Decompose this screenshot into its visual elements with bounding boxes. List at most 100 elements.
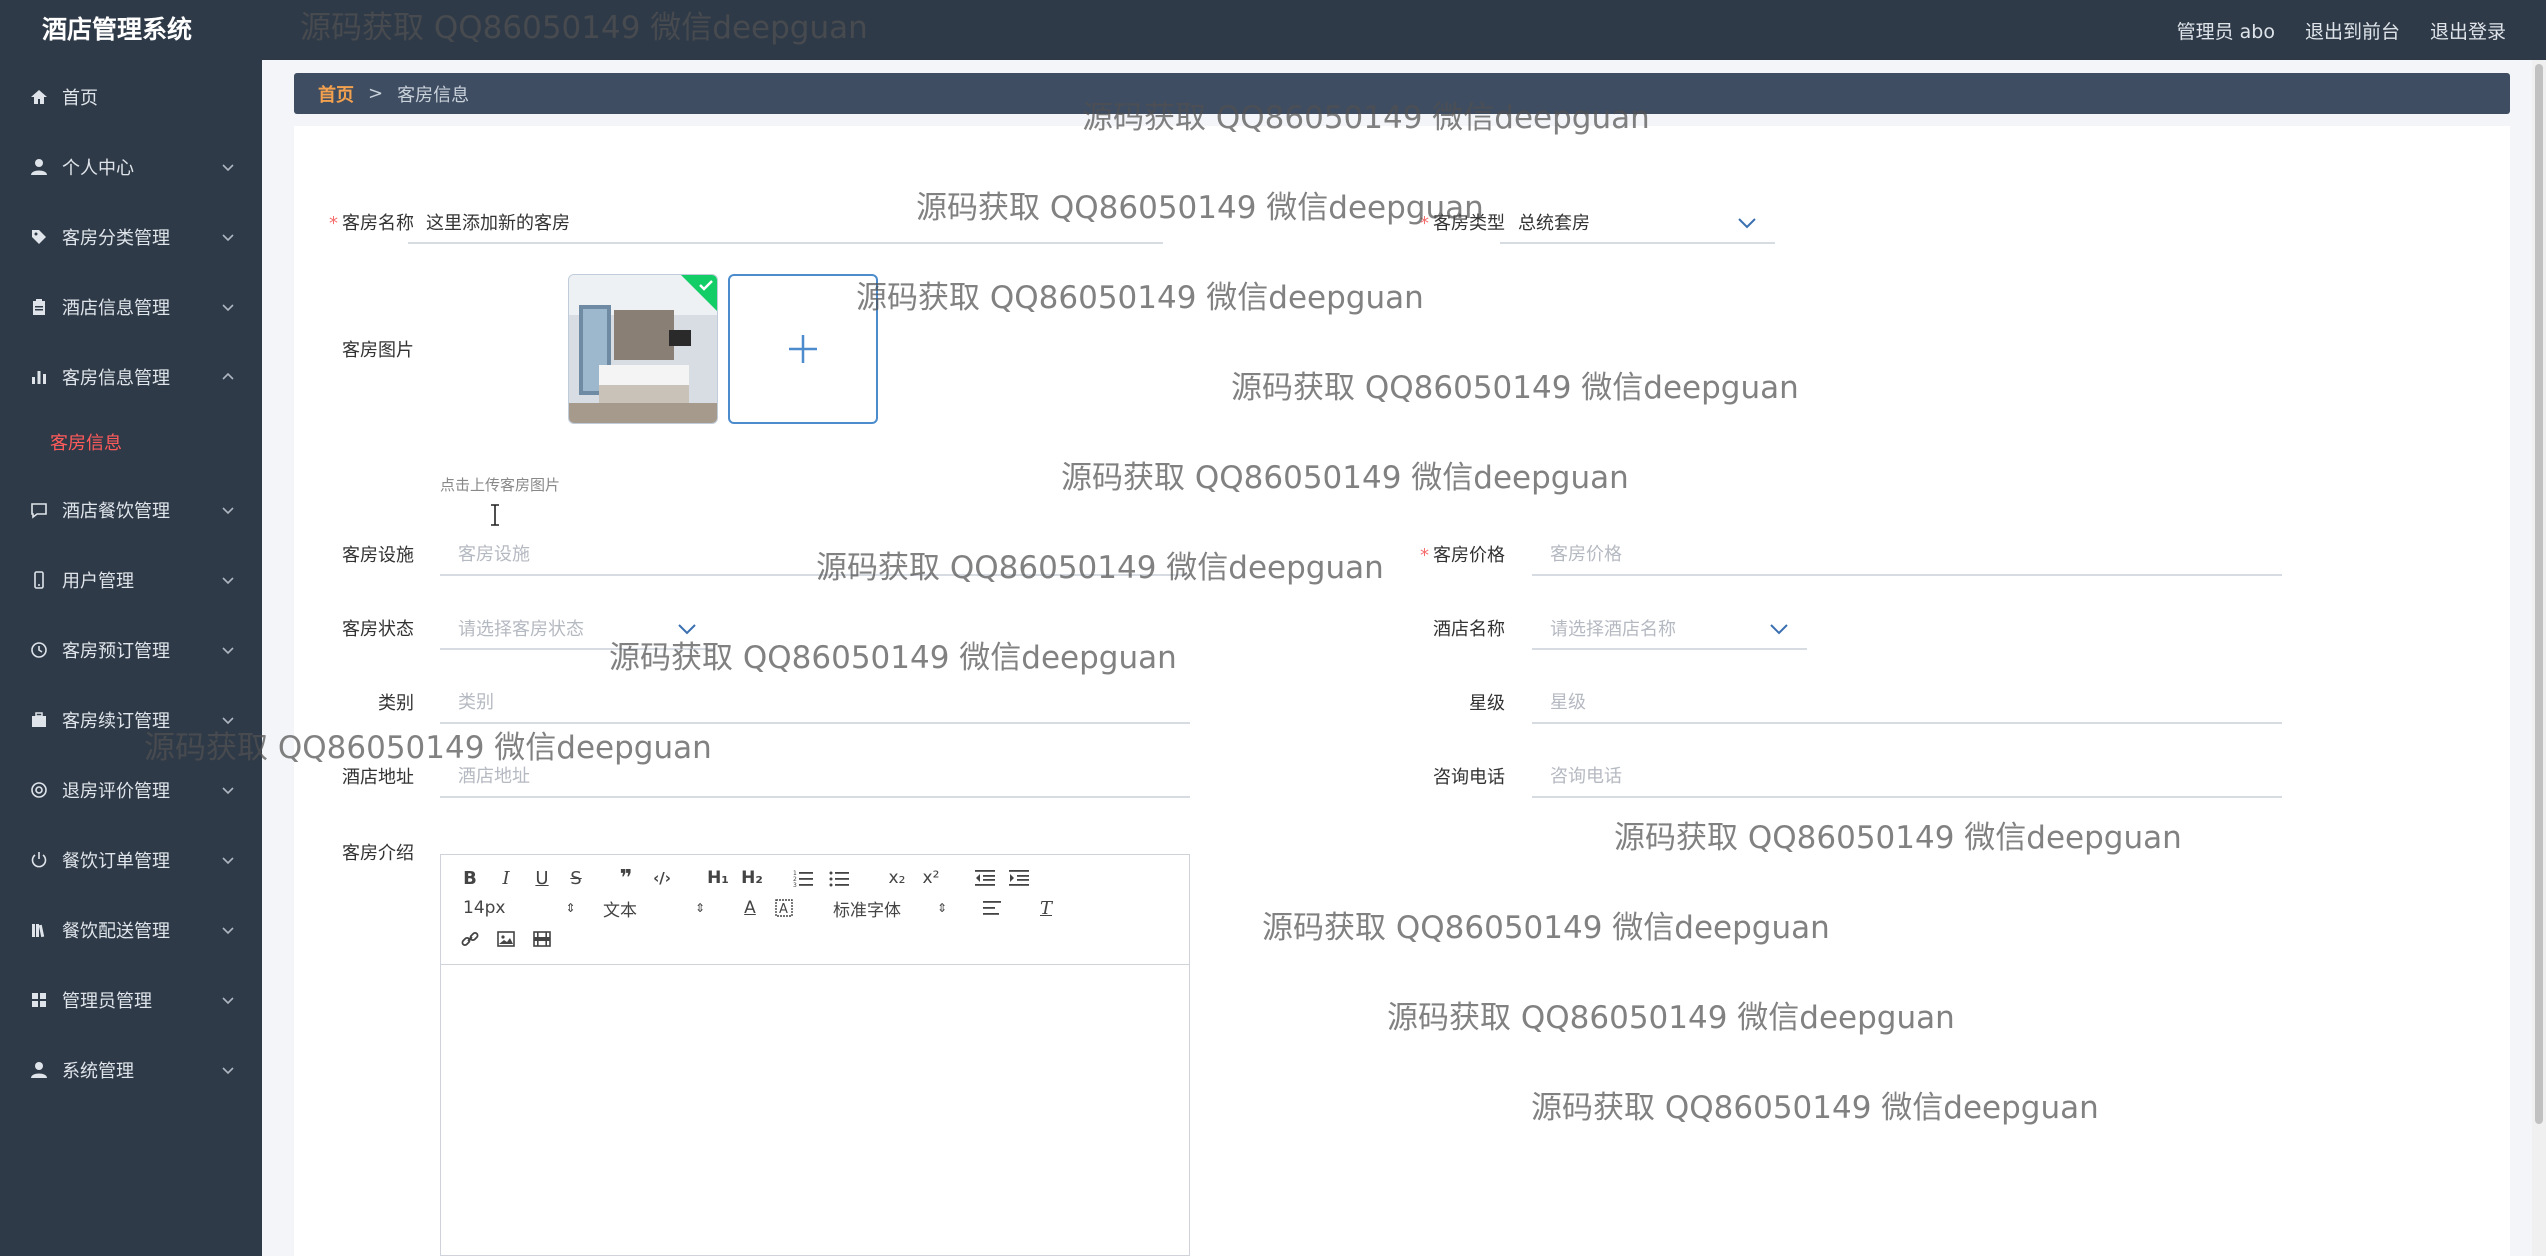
sidebar-item-users[interactable]: 用户管理 <box>0 555 262 605</box>
breadcrumb-current: 客房信息 <box>397 84 470 106</box>
upload-image-button[interactable] <box>728 274 878 424</box>
chevron-up-icon <box>222 372 234 380</box>
heading-1-button[interactable]: H₁ <box>703 865 733 891</box>
tag-icon <box>28 226 50 248</box>
room-type-label: * 客房类型 <box>1420 213 1505 234</box>
price-input[interactable] <box>1532 536 2282 576</box>
outdent-icon[interactable] <box>971 865 999 891</box>
sidebar: 首页 个人中心 客房分类管理 酒店信息管理 客房信息管理 客房信息 酒店餐饮管理… <box>0 60 262 1256</box>
address-input[interactable] <box>440 758 1190 798</box>
sidebar-item-label: 个人中心 <box>62 158 134 179</box>
breadcrumb-separator: > <box>368 83 384 104</box>
ordered-list-icon[interactable]: 123 <box>789 865 817 891</box>
text-color-icon[interactable]: A <box>737 895 763 921</box>
scrollbar-thumb[interactable] <box>2535 64 2543 1124</box>
exit-to-front-link[interactable]: 退出到前台 <box>2305 17 2400 44</box>
phone-input[interactable] <box>1532 758 2282 798</box>
phone-icon <box>28 569 50 591</box>
svg-text:A: A <box>779 902 788 917</box>
user-icon <box>28 1059 50 1081</box>
clear-format-icon[interactable]: T <box>1033 895 1059 921</box>
font-family-select[interactable]: 标准字体 ⇕ <box>833 895 963 921</box>
subscript-button[interactable]: x₂ <box>883 865 911 891</box>
heading-2-button[interactable]: H₂ <box>737 865 767 891</box>
top-bar: 酒店管理系统 管理员 abo 退出到前台 退出登录 <box>0 0 2546 60</box>
room-image-label: 客房图片 <box>342 340 414 361</box>
sidebar-item-label: 客房预订管理 <box>62 641 170 662</box>
font-size-select[interactable]: 14px ⇕ <box>463 895 576 921</box>
breadcrumb-home-link[interactable]: 首页 <box>318 81 354 107</box>
sidebar-item-dining-orders[interactable]: 餐饮订单管理 <box>0 835 262 885</box>
sidebar-subitem-room-info[interactable]: 客房信息 <box>0 420 262 464</box>
chevron-down-icon <box>222 997 234 1005</box>
sidebar-item-label: 客房续订管理 <box>62 711 170 732</box>
room-type-select[interactable]: 总统套房 <box>1500 204 1775 244</box>
room-name-input[interactable]: 这里添加新的客房 <box>408 204 1163 244</box>
chevron-down-icon <box>222 787 234 795</box>
user-icon <box>28 156 50 178</box>
editor-content-area[interactable] <box>441 966 1189 1255</box>
text-cursor-icon <box>491 504 499 526</box>
phone-label: 咨询电话 <box>1433 767 1505 788</box>
admin-user-label: 管理员 abo <box>2176 20 2275 43</box>
target-icon <box>28 779 50 801</box>
address-label: 酒店地址 <box>342 767 414 788</box>
hotel-name-label: 酒店名称 <box>1433 619 1505 640</box>
chevron-down-icon <box>222 577 234 585</box>
bold-button[interactable]: B <box>457 865 483 891</box>
facilities-input[interactable] <box>440 536 1190 576</box>
insert-image-icon[interactable] <box>493 926 519 952</box>
chevron-down-icon <box>222 234 234 242</box>
logout-link[interactable]: 退出登录 <box>2430 17 2506 44</box>
upload-success-check-icon <box>681 275 717 311</box>
sidebar-item-hotel-info[interactable]: 酒店信息管理 <box>0 282 262 332</box>
facilities-label: 客房设施 <box>342 545 414 566</box>
star-input[interactable] <box>1532 684 2282 724</box>
sidebar-item-home[interactable]: 首页 <box>0 72 262 122</box>
home-icon <box>28 86 50 108</box>
align-left-icon[interactable] <box>979 895 1005 921</box>
chevron-down-icon <box>222 857 234 865</box>
indent-icon[interactable] <box>1005 865 1033 891</box>
italic-button[interactable]: I <box>493 865 519 891</box>
sidebar-item-checkout-review[interactable]: 退房评价管理 <box>0 765 262 815</box>
hotel-name-select[interactable]: 请选择酒店名称 <box>1532 610 1807 650</box>
background-color-icon[interactable]: A <box>771 895 797 921</box>
underline-button[interactable]: U <box>529 865 555 891</box>
chevron-down-icon <box>222 1067 234 1075</box>
sidebar-item-dining-delivery[interactable]: 餐饮配送管理 <box>0 905 262 955</box>
category-label: 类别 <box>378 693 414 714</box>
sidebar-item-room-info-mgmt[interactable]: 客房信息管理 <box>0 352 262 402</box>
strikethrough-button[interactable]: S <box>563 865 589 891</box>
sidebar-item-label: 退房评价管理 <box>62 781 170 802</box>
sidebar-item-room-category[interactable]: 客房分类管理 <box>0 212 262 262</box>
sidebar-item-label: 管理员管理 <box>62 991 152 1012</box>
sidebar-item-profile[interactable]: 个人中心 <box>0 142 262 192</box>
sidebar-item-label: 餐饮订单管理 <box>62 851 170 872</box>
clipboard-icon <box>28 296 50 318</box>
bar-chart-icon <box>28 366 50 388</box>
briefcase-icon <box>28 709 50 731</box>
sidebar-item-label: 用户管理 <box>62 571 134 592</box>
superscript-button[interactable]: x² <box>917 865 945 891</box>
sidebar-item-system[interactable]: 系统管理 <box>0 1045 262 1095</box>
sidebar-item-booking[interactable]: 客房预订管理 <box>0 625 262 675</box>
sidebar-item-admins[interactable]: 管理员管理 <box>0 975 262 1025</box>
text-style-select[interactable]: 文本 ⇕ <box>603 895 713 921</box>
chevron-down-icon <box>678 624 696 635</box>
page-scrollbar[interactable] <box>2532 60 2546 1256</box>
chevron-down-icon <box>222 927 234 935</box>
blockquote-icon[interactable]: ❞ <box>613 865 639 891</box>
sidebar-item-dining[interactable]: 酒店餐饮管理 <box>0 485 262 535</box>
link-icon[interactable] <box>457 926 483 952</box>
insert-video-icon[interactable] <box>529 926 555 952</box>
sidebar-item-renewal[interactable]: 客房续订管理 <box>0 695 262 745</box>
room-image-thumbnail[interactable] <box>568 274 718 424</box>
code-block-icon[interactable]: ‹/› <box>647 865 677 891</box>
bullet-list-icon[interactable] <box>825 865 853 891</box>
category-input[interactable] <box>440 684 1190 724</box>
sidebar-item-label: 客房分类管理 <box>62 228 170 249</box>
clock-icon <box>28 639 50 661</box>
status-select[interactable]: 请选择客房状态 <box>440 610 715 650</box>
upload-hint: 点击上传客房图片 <box>440 476 561 494</box>
